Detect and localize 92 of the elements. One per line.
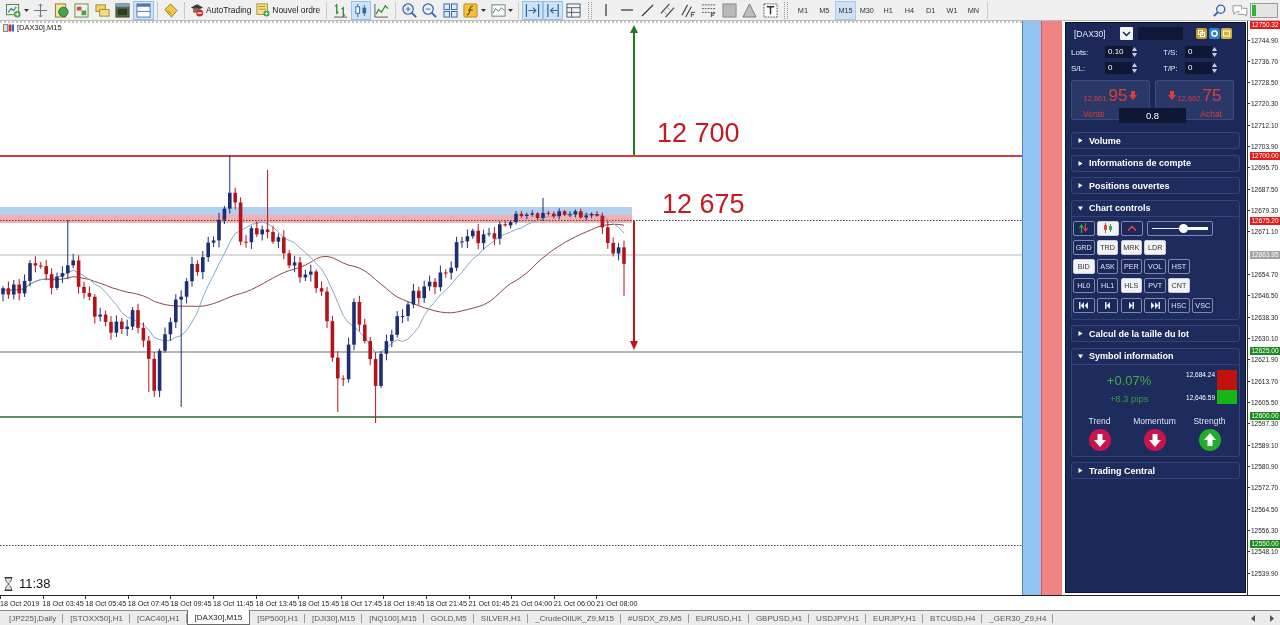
number-field[interactable]: 0.10 [1105, 46, 1132, 58]
step-forward-icon [1128, 301, 1134, 309]
text-frame-icon [762, 2, 778, 18]
autotrading-button[interactable]: AutoTrading [188, 0, 255, 20]
navigation-button[interactable] [1144, 297, 1166, 313]
window-panes-icon [135, 2, 151, 18]
number-field[interactable]: 0 [1105, 62, 1132, 74]
scroll-right-button[interactable] [1267, 612, 1276, 624]
navigation-button[interactable] [1096, 297, 1119, 313]
bracket-arrow-right-icon [525, 2, 541, 18]
terminal-window-icon [115, 2, 131, 18]
scroll-left-button[interactable] [1248, 612, 1257, 624]
tile-windows-icon [442, 2, 458, 18]
terminal-button[interactable] [112, 0, 133, 20]
parallel-channel-icon [660, 2, 676, 18]
section-header[interactable]: Trading Central [1072, 463, 1239, 479]
folders-icon [94, 2, 110, 18]
section-header[interactable]: Volume [1072, 133, 1239, 148]
hourglass-icon [4, 576, 13, 591]
chart-shift-button[interactable] [542, 0, 564, 20]
navigation-button[interactable] [1073, 297, 1095, 313]
candlestick-chart-button[interactable] [350, 0, 372, 20]
dashed-lines-icon [701, 2, 717, 18]
field-label: Lots: [1071, 47, 1090, 57]
section-header[interactable]: Calcul de la taille du lot [1072, 326, 1239, 342]
input-field[interactable] [1138, 27, 1183, 40]
field-label: T/S: [1163, 47, 1179, 57]
countdown-timer: 11:38 [19, 576, 51, 591]
diagonal-lines-icon [680, 2, 696, 18]
swatch-icon [1217, 369, 1237, 390]
arrow-down-icon [1129, 91, 1138, 100]
percent-change-text: +0.07% [1106, 372, 1152, 388]
field-label: S/L: [1071, 63, 1087, 73]
pips-change-text: +8.3 pips [1109, 392, 1149, 404]
symbol-select[interactable]: [DAX30] [1074, 27, 1133, 40]
chat-icon [1231, 3, 1248, 17]
horizontal-line-icon [620, 9, 633, 11]
signal-label: Strength [1193, 415, 1226, 426]
auto-scroll-button[interactable] [522, 0, 543, 20]
signal-label: Trend [1088, 415, 1111, 426]
chart-mode-button[interactable] [1073, 220, 1095, 236]
spread-field: 0.8 [1119, 108, 1186, 123]
skip-forward-icon [1150, 301, 1160, 309]
slider-track[interactable] [1147, 220, 1213, 236]
section-header[interactable]: Chart controls [1072, 200, 1239, 216]
arrow-down-icon [1167, 91, 1176, 100]
price-level-label: 12 675 [662, 191, 745, 218]
trend-line-icon [641, 4, 653, 16]
navigation-button[interactable] [1120, 297, 1143, 313]
slider-thumb[interactable] [1179, 223, 1189, 233]
price-level-label: 12 700 [657, 120, 740, 147]
step-back-icon [1105, 301, 1111, 309]
window-icon[interactable] [1221, 28, 1232, 39]
vertical-line-icon [605, 4, 608, 16]
zoom-out-button[interactable] [419, 0, 440, 20]
caret-down-icon[interactable] [508, 8, 514, 12]
number-field[interactable]: 0 [1185, 62, 1212, 74]
section-header[interactable]: Symbol information [1072, 348, 1239, 364]
function-icon [463, 2, 479, 18]
caret-right-icon [1269, 614, 1274, 622]
caret-left-icon [1250, 614, 1255, 622]
caret-down-icon[interactable] [23, 8, 29, 12]
field-label: T/P: [1163, 63, 1179, 73]
window-layout-button[interactable] [133, 0, 154, 20]
cap-stop-icon [190, 3, 204, 17]
line-chart-icon [374, 2, 390, 18]
section-header[interactable]: Informations de compte [1072, 155, 1239, 171]
skip-back-icon [1079, 301, 1089, 309]
caret-up-icon [1126, 225, 1137, 231]
bar-chart-icon [333, 2, 349, 18]
chevron-down-icon [1120, 27, 1133, 40]
candlestick-icon [353, 2, 369, 18]
new-order-button[interactable]: Nouvel ordre [254, 0, 324, 20]
up-down-arrows-icon [1079, 223, 1089, 233]
copy-icon[interactable] [1196, 28, 1207, 39]
template-icon [490, 2, 506, 18]
diamond-icon [163, 2, 179, 18]
properties-button[interactable] [563, 0, 584, 20]
section-header[interactable]: Positions ouvertes [1072, 178, 1239, 193]
search-icon [1212, 3, 1226, 17]
data-window-button[interactable] [71, 0, 92, 20]
number-field[interactable]: 0 [1185, 46, 1212, 58]
candlestick-icon [1102, 223, 1113, 233]
bracket-arrow-left-icon [545, 2, 561, 18]
ring-icon[interactable] [1208, 28, 1220, 39]
caret-down-icon[interactable] [480, 8, 486, 12]
indicators-button[interactable] [460, 0, 481, 20]
note-plus-icon [256, 3, 271, 17]
cross-arrows-icon [33, 2, 49, 18]
chart-tab[interactable]: [DAX30],M15 [186, 610, 251, 625]
chart-mode-button[interactable] [1097, 220, 1119, 236]
signal-label: Momentum [1133, 415, 1176, 426]
